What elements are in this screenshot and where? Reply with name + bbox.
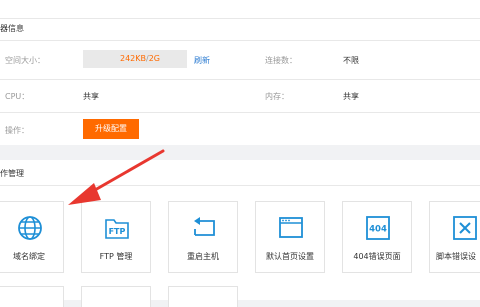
divider: [0, 40, 480, 41]
refresh-link[interactable]: 刷新: [194, 55, 210, 66]
ftp-icon-text: FTP: [109, 227, 126, 236]
space-usage-box: 242KB/2G: [83, 50, 187, 68]
tile-domain-binding[interactable]: 域名绑定: [0, 201, 64, 273]
tile-label: 404错误页面: [353, 252, 401, 261]
tile-default-homepage[interactable]: 默认首页设置: [255, 201, 325, 273]
close-box-icon: [453, 216, 477, 240]
tile-label: 域名绑定: [13, 252, 45, 261]
cpu-label: CPU：: [5, 92, 30, 101]
ftp-folder-icon: FTP: [105, 219, 129, 239]
memory-value: 共享: [343, 92, 359, 101]
tile-row2-item[interactable]: [81, 286, 151, 307]
divider: [0, 185, 480, 186]
error-404-icon: 404: [366, 216, 390, 240]
section-title-operations: 作管理: [0, 169, 24, 178]
browser-window-icon: [279, 217, 303, 238]
err-icon-text: 404: [369, 225, 387, 235]
memory-label: 内存：: [265, 92, 289, 101]
connections-label: 连接数：: [265, 56, 297, 65]
tile-ftp-management[interactable]: FTP FTP 管理: [81, 201, 151, 273]
divider: [0, 18, 480, 19]
operation-label: 操作：: [5, 126, 29, 135]
divider: [0, 79, 480, 80]
space-used-value: 242KB: [119, 54, 146, 63]
server-info-panel: 器信息 空间大小： 242KB/2G 刷新 连接数： 不限 CPU： 共享 内存…: [0, 0, 480, 145]
space-size-label: 空间大小：: [5, 56, 45, 65]
cpu-value: 共享: [83, 92, 99, 101]
tile-404-page[interactable]: 404 404错误页面: [342, 201, 412, 273]
tile-row2-item[interactable]: [0, 286, 64, 307]
tile-script-error[interactable]: 脚本错误设: [429, 201, 480, 273]
tile-row2-item[interactable]: [168, 286, 238, 307]
tile-label: 脚本错误设: [436, 252, 476, 261]
tile-restart-host[interactable]: 重启主机: [168, 201, 238, 273]
divider: [0, 112, 480, 113]
tile-label: FTP 管理: [99, 252, 133, 261]
tile-label: 默认首页设置: [266, 252, 314, 261]
space-total-value: 2G: [148, 54, 160, 63]
globe-icon: [18, 216, 42, 240]
section-title-server-info: 器信息: [0, 24, 24, 33]
tile-label: 重启主机: [187, 252, 219, 261]
connections-value: 不限: [343, 56, 359, 65]
upgrade-config-button[interactable]: 升级配置: [83, 119, 139, 139]
restart-arrow-icon: [194, 217, 215, 236]
operations-panel: 作管理 域名绑定 FTP FTP 管理 重启主机 默认首页设置 404 404错…: [0, 160, 480, 307]
